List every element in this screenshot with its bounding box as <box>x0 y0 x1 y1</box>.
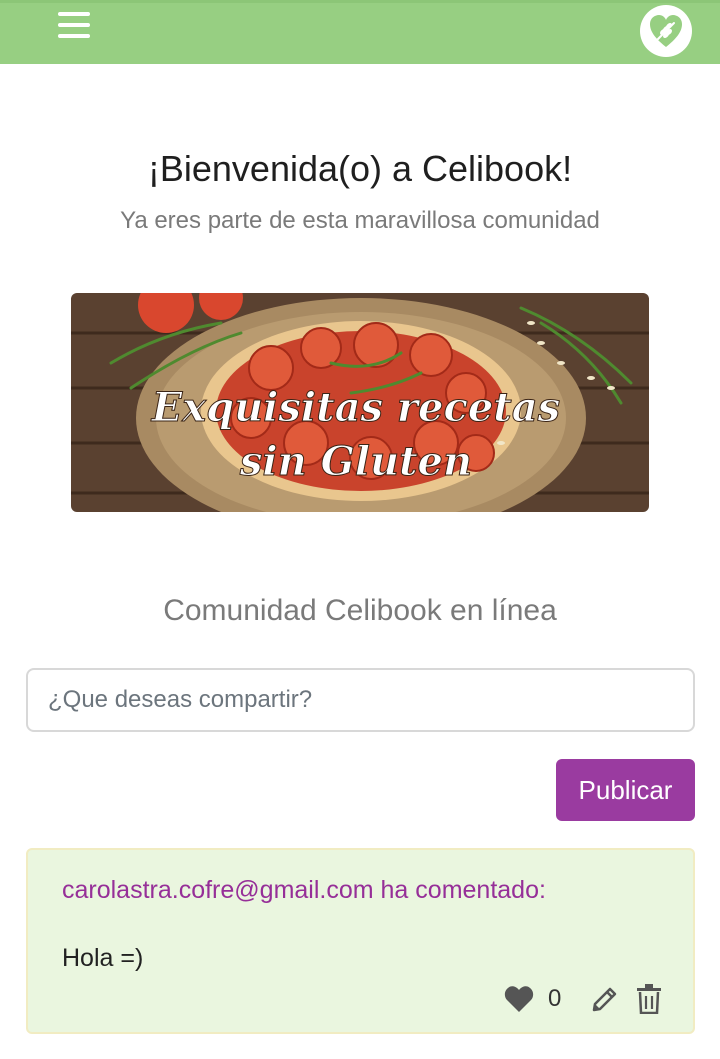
community-title: Comunidad Celibook en línea <box>163 594 557 627</box>
banner-line-1: Exquisitas recetas <box>151 384 560 431</box>
publish-button[interactable]: Publicar <box>556 759 695 821</box>
like-count: 0 <box>548 985 562 1012</box>
post-actions: 0 <box>504 982 662 1016</box>
post-author: carolastra.cofre@gmail.com ha comentado: <box>62 876 546 904</box>
heart-wheat-logo-icon[interactable] <box>640 5 692 57</box>
top-bar-edge <box>0 0 720 3</box>
hamburger-menu-icon[interactable] <box>58 12 92 42</box>
post-body: Hola =) <box>62 944 144 972</box>
post-card: carolastra.cofre@gmail.com ha comentado:… <box>26 848 695 1034</box>
pencil-icon[interactable] <box>590 984 620 1014</box>
banner-line-2: sin Gluten <box>239 438 472 485</box>
heart-icon[interactable] <box>504 985 534 1013</box>
welcome-title: ¡Bienvenida(o) a Celibook! <box>147 148 573 189</box>
welcome-subtitle: Ya eres parte de esta maravillosa comuni… <box>120 207 600 234</box>
top-app-bar <box>0 0 720 64</box>
trash-icon[interactable] <box>636 984 662 1014</box>
share-input[interactable] <box>26 668 695 732</box>
gluten-free-recipes-banner[interactable]: Exquisitas recetas sin Gluten <box>71 293 649 512</box>
